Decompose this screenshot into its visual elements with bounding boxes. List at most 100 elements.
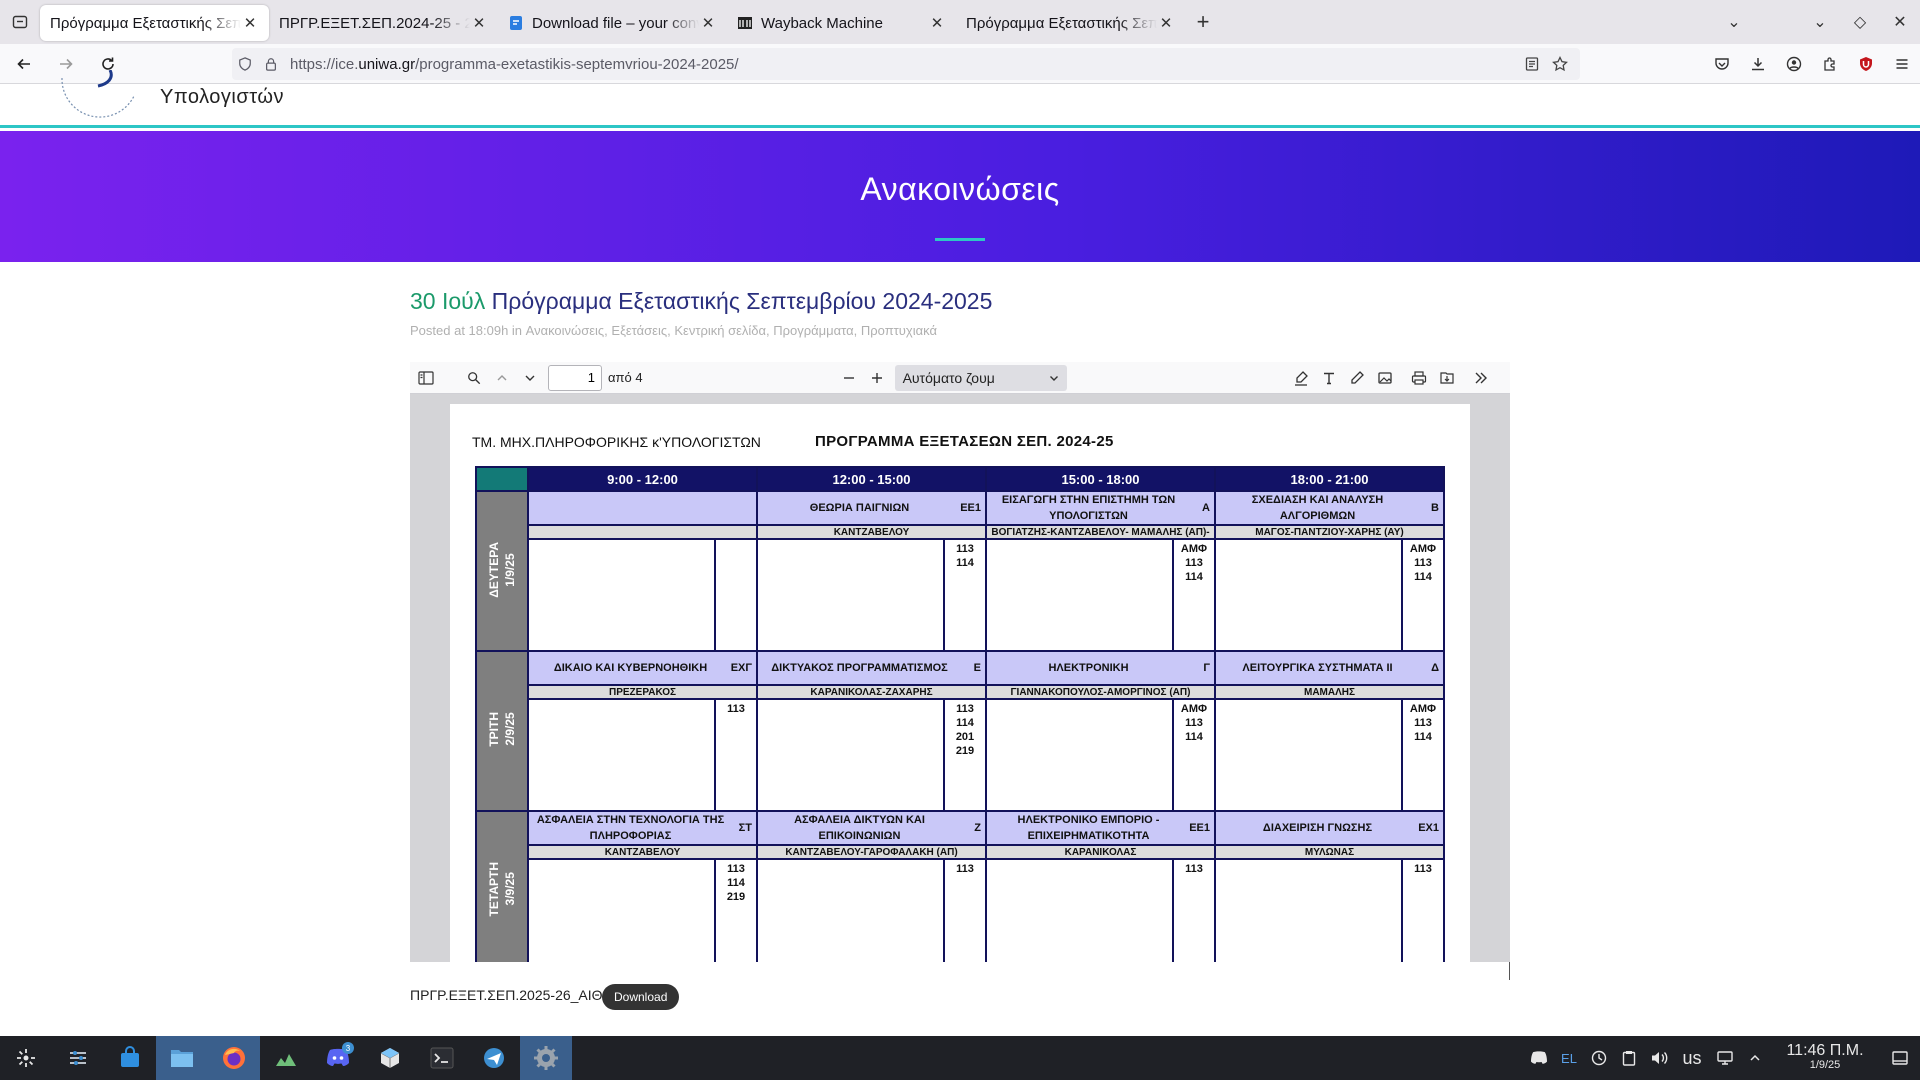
tab-title: Πρόγραμμα Εξεταστικής Σεπτεμβρίου	[966, 14, 1157, 32]
clipboard-icon[interactable]	[1614, 1036, 1644, 1080]
file-manager-icon[interactable]	[156, 1036, 208, 1080]
discord-icon[interactable]: 3	[312, 1036, 364, 1080]
close-icon[interactable]: ✕	[699, 14, 717, 32]
course-code: ΣΤ	[738, 822, 752, 834]
minimize-icon[interactable]: ⌄	[1800, 0, 1840, 44]
sidebar-toggle-icon[interactable]	[412, 364, 440, 392]
shield-icon[interactable]	[232, 48, 258, 80]
course-wrap: ΣΧΕΔΙΑΣΗ ΚΑΙ ΑΝΑΛΥΣΗ ΑΛΓΟΡΙΘΜΩΝ Β	[1220, 492, 1439, 524]
pocket-icon[interactable]	[1704, 46, 1740, 82]
room-wrap: 113 114 219	[529, 860, 756, 962]
airplane-app-icon[interactable]	[468, 1036, 520, 1080]
discord-tray-icon[interactable]	[1524, 1036, 1554, 1080]
maximize-icon[interactable]: ◇	[1840, 0, 1880, 44]
zoom-in-icon[interactable]	[863, 364, 891, 392]
save-icon[interactable]	[1433, 364, 1461, 392]
course-wrap: ΔΙΚΑΙΟ ΚΑΙ ΚΥΒΕΡΝΟΗΘΙΚΗ ΕΧΓ	[533, 660, 752, 676]
new-tab-button[interactable]: +	[1185, 4, 1221, 40]
search-icon[interactable]	[460, 364, 488, 392]
downloads-icon[interactable]	[1740, 46, 1776, 82]
back-icon[interactable]	[6, 46, 42, 82]
room-wrap: ΑΜΦ 113 114	[987, 540, 1214, 650]
zoom-select[interactable]: Αυτόματο ζουμ	[894, 364, 1067, 391]
rooms-cell: 113	[756, 858, 987, 962]
discover-store-icon[interactable]	[104, 1036, 156, 1080]
next-page-icon[interactable]	[516, 364, 544, 392]
room-wrap: 113	[758, 860, 985, 962]
tab-download[interactable]: Download file – your converted file ✕	[498, 5, 727, 41]
rooms-cell: 113 114	[756, 538, 987, 652]
close-icon[interactable]: ✕	[928, 14, 946, 32]
room-notes	[758, 540, 943, 650]
day-label: ΤΡΙΤΗ 2/9/25	[487, 712, 517, 747]
account-icon[interactable]	[1776, 46, 1812, 82]
print-icon[interactable]	[1405, 364, 1433, 392]
scroll-marker	[1509, 962, 1510, 980]
menu-icon[interactable]	[1884, 46, 1920, 82]
professor-cell: ΜΑΓΟΣ-ΠΑΝΤΖΙΟΥ-ΧΑΡΗΣ (ΑΥ)	[1214, 524, 1445, 540]
tab-schedule-2[interactable]: Πρόγραμμα Εξεταστικής Σεπτεμβρίου ✕	[956, 5, 1185, 41]
clock-time: 11:46 Π.Μ.	[1786, 1042, 1864, 1059]
close-window-icon[interactable]: ✕	[1880, 0, 1920, 44]
lock-icon[interactable]	[258, 48, 284, 80]
professor-cell: ΚΑΝΤΖΑΒΕΛΟΥ-ΓΑΡΟΦΑΛΑΚΗ (ΑΠ)	[756, 844, 987, 860]
firefox-icon[interactable]	[208, 1036, 260, 1080]
university-logo-icon[interactable]	[58, 70, 142, 126]
room-notes	[758, 860, 943, 962]
tray-expand-icon[interactable]	[1740, 1036, 1770, 1080]
download-button[interactable]: Download	[602, 984, 680, 1010]
highlight-icon[interactable]	[1287, 364, 1315, 392]
department-name: ΤΜ. ΜΗΧ.ΠΛΗΡΟΦΟΡΙΚΗΣ κ'ΥΠΟΛΟΓΙΣΤΩΝ	[472, 434, 761, 450]
settings-gear-icon[interactable]	[520, 1036, 572, 1080]
day-label: ΔΕΥΤΕΡΑ 1/9/25	[487, 541, 517, 598]
tab-list-icon[interactable]	[0, 0, 40, 44]
vpn-icon[interactable]	[1584, 1036, 1614, 1080]
rooms-cell: ΑΜΦ 113 114	[985, 538, 1216, 652]
image-tool-icon[interactable]	[1371, 364, 1399, 392]
keyboard-layout-indicator[interactable]: EL	[1554, 1036, 1584, 1080]
volume-icon[interactable]	[1644, 1036, 1674, 1080]
ublock-icon[interactable]	[1848, 46, 1884, 82]
close-icon[interactable]: ✕	[241, 14, 259, 32]
previous-page-icon[interactable]	[488, 364, 516, 392]
tab-pdf[interactable]: ΠΡΓΡ.ΕΞΕΤ.ΣΕΠ.2024-25 - 2 - Πρόγραμμα ✕	[269, 5, 498, 41]
extensions-icon[interactable]	[1812, 46, 1848, 82]
room-wrap: ΑΜΦ 113 114	[1216, 700, 1443, 810]
system-settings-icon[interactable]	[52, 1036, 104, 1080]
professor-cell: ΚΑΡΑΝΙΚΟΛΑΣ	[985, 844, 1216, 860]
clock[interactable]: 11:46 Π.Μ. 1/9/25	[1770, 1042, 1880, 1072]
tab-bar: Πρόγραμμα Εξεταστικής Σεπτεμβρίου 2024-2…	[0, 0, 1920, 44]
cube-app-icon[interactable]	[364, 1036, 416, 1080]
system-monitor-icon[interactable]	[260, 1036, 312, 1080]
zoom-out-icon[interactable]	[835, 364, 863, 392]
more-tools-icon[interactable]	[1467, 364, 1495, 392]
course-code: Γ	[1203, 662, 1210, 674]
bookmark-star-icon[interactable]	[1546, 56, 1574, 72]
course-code: Ε	[973, 662, 981, 674]
room-list: 113 114 219	[714, 860, 756, 962]
site-header: Υπολογιστών	[0, 70, 1920, 128]
site-name[interactable]: Υπολογιστών	[160, 86, 284, 109]
text-tool-icon[interactable]	[1315, 364, 1343, 392]
course-name: ΣΧΕΔΙΑΣΗ ΚΑΙ ΑΝΑΛΥΣΗ ΑΛΓΟΡΙΘΜΩΝ	[1251, 494, 1384, 522]
navigation-bar: https://ice.uniwa.gr/programma-exetastik…	[0, 44, 1920, 84]
chevron-down-icon[interactable]: ⌄	[1714, 0, 1754, 44]
course-name: ΗΛΕΚΤΡΟΝΙΚΟ ΕΜΠΟΡΙΟ - ΕΠΙΧΕΙΡΗΜΑΤΙΚΟΤΗΤΑ	[1017, 814, 1160, 842]
pdf-viewer[interactable]: ΤΜ. ΜΗΧ.ΠΛΗΡΟΦΟΡΙΚΗΣ κ'ΥΠΟΛΟΓΙΣΤΩΝ ΠΡΟΓΡ…	[410, 394, 1510, 962]
close-icon[interactable]: ✕	[1157, 14, 1175, 32]
app-launcher-icon[interactable]	[0, 1036, 52, 1080]
terminal-icon[interactable]	[416, 1036, 468, 1080]
network-icon[interactable]	[1710, 1036, 1740, 1080]
tab-wayback[interactable]: Wayback Machine ✕	[727, 5, 956, 41]
tab-schedule[interactable]: Πρόγραμμα Εξεταστικής Σεπτεμβρίου 2024-2…	[40, 5, 269, 41]
draw-icon[interactable]	[1343, 364, 1371, 392]
keyboard-layout-label[interactable]: us	[1674, 1036, 1710, 1080]
rooms-cell: ΑΜΦ 113 114	[985, 698, 1216, 812]
url-bar[interactable]: https://ice.uniwa.gr/programma-exetastik…	[232, 48, 1580, 80]
course-wrap: ΑΣΦΑΛΕΙΑ ΔΙΚΤΥΩΝ ΚΑΙ ΕΠΙΚΟΙΝΩΝΙΩΝ Ζ	[762, 812, 981, 844]
page-number-input[interactable]	[548, 364, 602, 391]
reader-view-icon[interactable]	[1518, 56, 1546, 72]
show-desktop-icon[interactable]	[1880, 1036, 1920, 1080]
room-wrap: ΑΜΦ 113 114	[1216, 540, 1443, 650]
close-icon[interactable]: ✕	[470, 14, 488, 32]
